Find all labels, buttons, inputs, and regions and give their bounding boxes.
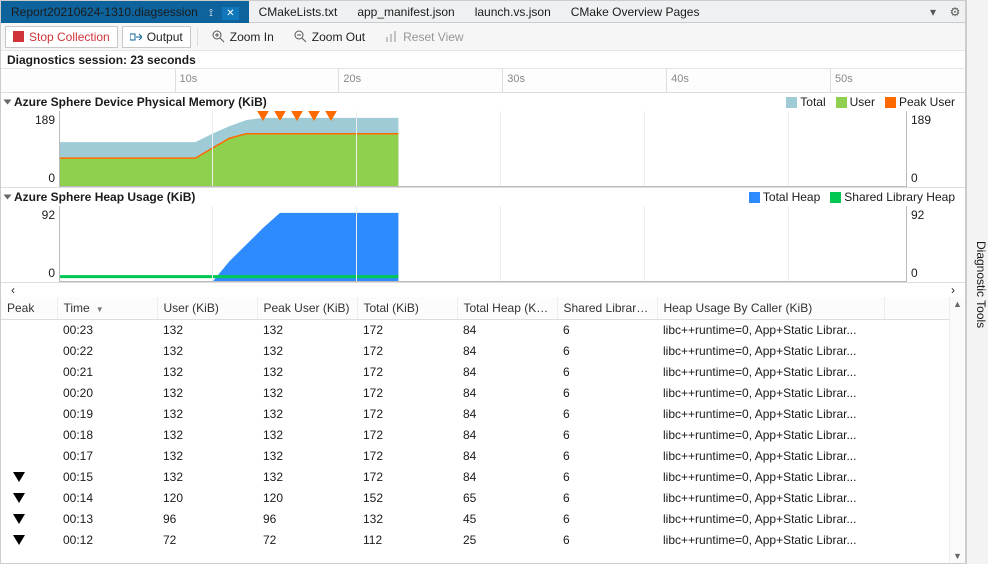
- chevron-right-icon[interactable]: ›: [951, 283, 955, 297]
- tab-item[interactable]: CMakeLists.txt: [249, 1, 348, 23]
- table-row[interactable]: 00:17132132172846libc++runtime=0, App+St…: [1, 445, 965, 466]
- ruler-tick: 50s: [830, 69, 853, 92]
- y-axis-right: 920: [907, 206, 965, 282]
- plot-area[interactable]: [59, 206, 907, 282]
- ruler-tick: 30s: [502, 69, 525, 92]
- legend-swatch: [786, 97, 797, 108]
- legend-swatch: [885, 97, 896, 108]
- legend-swatch: [836, 97, 847, 108]
- session-summary: Diagnostics session: 23 seconds: [1, 51, 965, 69]
- legend: Total Heap Shared Library Heap: [749, 190, 961, 204]
- table-row[interactable]: 00:139696132456libc++runtime=0, App+Stat…: [1, 508, 965, 529]
- table-row[interactable]: 00:20132132172846libc++runtime=0, App+St…: [1, 382, 965, 403]
- table-row[interactable]: 00:23132132172846libc++runtime=0, App+St…: [1, 319, 965, 340]
- column-header[interactable]: Heap Usage By Caller (KiB): [657, 297, 885, 319]
- column-header[interactable]: Peak User (KiB): [257, 297, 357, 319]
- stop-icon: [13, 31, 24, 42]
- legend-swatch: [749, 192, 760, 203]
- collapse-icon[interactable]: [4, 195, 12, 200]
- heap-chart: Azure Sphere Heap Usage (KiB) Total Heap…: [1, 188, 965, 283]
- chart-hscroll[interactable]: ‹›: [1, 283, 965, 297]
- table-row[interactable]: 00:18132132172846libc++runtime=0, App+St…: [1, 424, 965, 445]
- close-icon[interactable]: ✕: [222, 7, 238, 20]
- document-tabs: Report20210624-1310.diagsession ⟟ ✕ CMak…: [1, 1, 965, 23]
- column-header[interactable]: Shared Library...: [557, 297, 657, 319]
- table-row[interactable]: 00:127272112256libc++runtime=0, App+Stat…: [1, 529, 965, 550]
- zoom-in-icon: [212, 30, 225, 43]
- tab-label: Report20210624-1310.diagsession: [11, 5, 198, 19]
- column-header[interactable]: Time: [57, 297, 157, 319]
- chart-title: Azure Sphere Device Physical Memory (KiB…: [14, 95, 267, 109]
- table-row[interactable]: 00:22132132172846libc++runtime=0, App+St…: [1, 340, 965, 361]
- tab-item[interactable]: launch.vs.json: [465, 1, 561, 23]
- snapshot-table: PeakTimeUser (KiB)Peak User (KiB)Total (…: [1, 297, 965, 563]
- ruler-tick: 10s: [175, 69, 198, 92]
- legend: Total User Peak User: [786, 95, 961, 109]
- scroll-up-icon[interactable]: ▲: [953, 299, 962, 309]
- memory-chart: Azure Sphere Device Physical Memory (KiB…: [1, 93, 965, 188]
- reset-icon: [385, 30, 398, 43]
- output-icon: [130, 31, 142, 43]
- stop-collection-button[interactable]: Stop Collection: [5, 26, 118, 48]
- column-header[interactable]: Peak: [1, 297, 57, 319]
- collapse-icon[interactable]: [4, 100, 12, 105]
- table-row[interactable]: 00:14120120152656libc++runtime=0, App+St…: [1, 487, 965, 508]
- chart-title: Azure Sphere Heap Usage (KiB): [14, 190, 195, 204]
- pin-icon[interactable]: ⟟: [209, 8, 213, 19]
- plot-area[interactable]: [59, 111, 907, 187]
- table-row[interactable]: 00:19132132172846libc++runtime=0, App+St…: [1, 403, 965, 424]
- tab-item[interactable]: CMake Overview Pages: [561, 1, 710, 23]
- peak-marker-icon: [13, 535, 25, 545]
- y-axis-left: 920: [1, 206, 59, 282]
- chevron-left-icon[interactable]: ‹: [11, 283, 15, 297]
- reset-view-button[interactable]: Reset View: [377, 26, 471, 48]
- toolbar: Stop Collection Output Zoom In Zoom Out …: [1, 23, 965, 51]
- column-header[interactable]: Total Heap (KiB): [457, 297, 557, 319]
- table-row[interactable]: 00:15132132172846libc++runtime=0, App+St…: [1, 466, 965, 487]
- tab-item[interactable]: app_manifest.json: [347, 1, 464, 23]
- y-axis-right: 1890: [907, 111, 965, 187]
- column-header[interactable]: Total (KiB): [357, 297, 457, 319]
- zoom-out-icon: [294, 30, 307, 43]
- tab-active[interactable]: Report20210624-1310.diagsession ⟟ ✕: [1, 1, 249, 23]
- output-button[interactable]: Output: [122, 26, 191, 48]
- overflow-button[interactable]: ▾: [925, 4, 941, 20]
- peak-marker-icon: [13, 493, 25, 503]
- gear-icon[interactable]: ⚙: [947, 4, 963, 20]
- timeline-ruler[interactable]: 10s 20s 30s 40s 50s: [1, 69, 965, 93]
- ruler-tick: 20s: [338, 69, 361, 92]
- zoom-out-button[interactable]: Zoom Out: [286, 26, 373, 48]
- peak-marker-icon: [13, 472, 25, 482]
- table-row[interactable]: 00:21132132172846libc++runtime=0, App+St…: [1, 361, 965, 382]
- zoom-in-button[interactable]: Zoom In: [204, 26, 282, 48]
- peak-marker-icon: [13, 514, 25, 524]
- column-header[interactable]: User (KiB): [157, 297, 257, 319]
- vertical-scrollbar[interactable]: ▲ ▼: [949, 297, 965, 563]
- diagnostic-tools-tab[interactable]: Diagnostic Tools: [966, 0, 988, 564]
- legend-swatch: [830, 192, 841, 203]
- scroll-down-icon[interactable]: ▼: [953, 551, 962, 561]
- ruler-tick: 40s: [666, 69, 689, 92]
- y-axis-left: 1890: [1, 111, 59, 187]
